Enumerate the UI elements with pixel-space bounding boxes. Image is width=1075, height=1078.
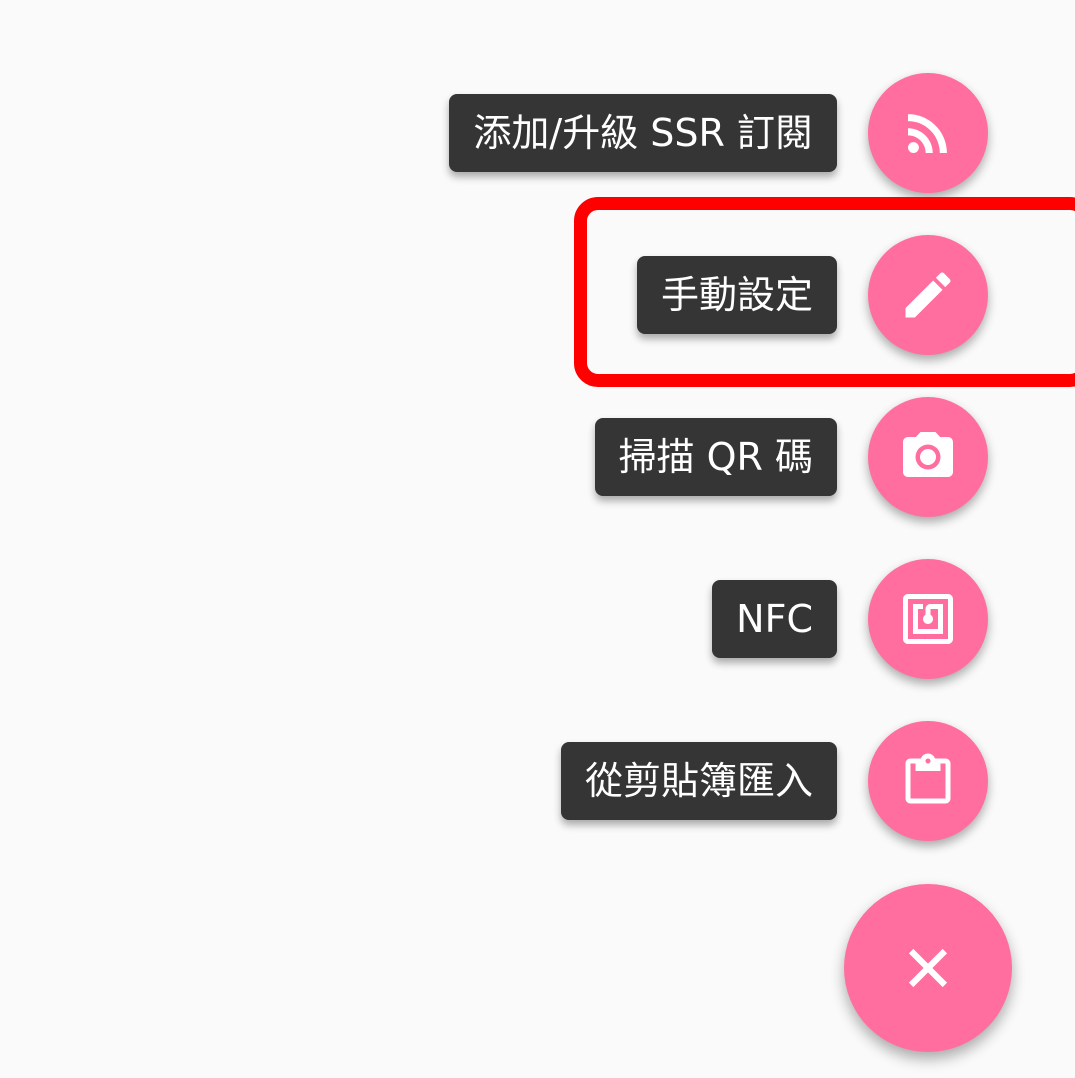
import-from-clipboard-button[interactable] [868, 721, 988, 841]
fab-label-import-from-clipboard[interactable]: 從剪貼簿匯入 [560, 742, 837, 820]
clipboard-icon [905, 753, 951, 804]
scan-qr-code-button[interactable] [868, 397, 988, 517]
pencil-icon [905, 272, 951, 318]
fab-label-manual-settings[interactable]: 手動設定 [636, 256, 837, 334]
fab-item-scan-qr-code[interactable]: 掃描 QR 碼 [0, 395, 1075, 519]
fab-label-add-ssr-subscription[interactable]: 添加/升級 SSR 訂閱 [449, 94, 837, 172]
fab-label-scan-qr-code[interactable]: 掃描 QR 碼 [594, 418, 837, 496]
camera-icon [903, 432, 953, 477]
close-icon [908, 948, 948, 988]
manual-settings-button[interactable] [868, 235, 988, 355]
fab-item-manual-settings[interactable]: 手動設定 [0, 233, 1075, 357]
fab-label-nfc[interactable]: NFC [712, 580, 837, 658]
nfc-icon [903, 594, 953, 644]
fab-item-add-ssr-subscription[interactable]: 添加/升級 SSR 訂閱 [0, 71, 1075, 195]
add-ssr-subscription-button[interactable] [868, 73, 988, 193]
fab-item-nfc[interactable]: NFC [0, 557, 1075, 681]
fab-speed-dial-menu: 添加/升級 SSR 訂閱 手動設定 掃描 QR 碼 NFC 從剪貼簿匯入 [0, 0, 1075, 1078]
fab-item-import-from-clipboard[interactable]: 從剪貼簿匯入 [0, 719, 1075, 843]
fab-close-button[interactable] [844, 884, 1012, 1052]
rss-feed-icon [908, 114, 947, 153]
nfc-button[interactable] [868, 559, 988, 679]
